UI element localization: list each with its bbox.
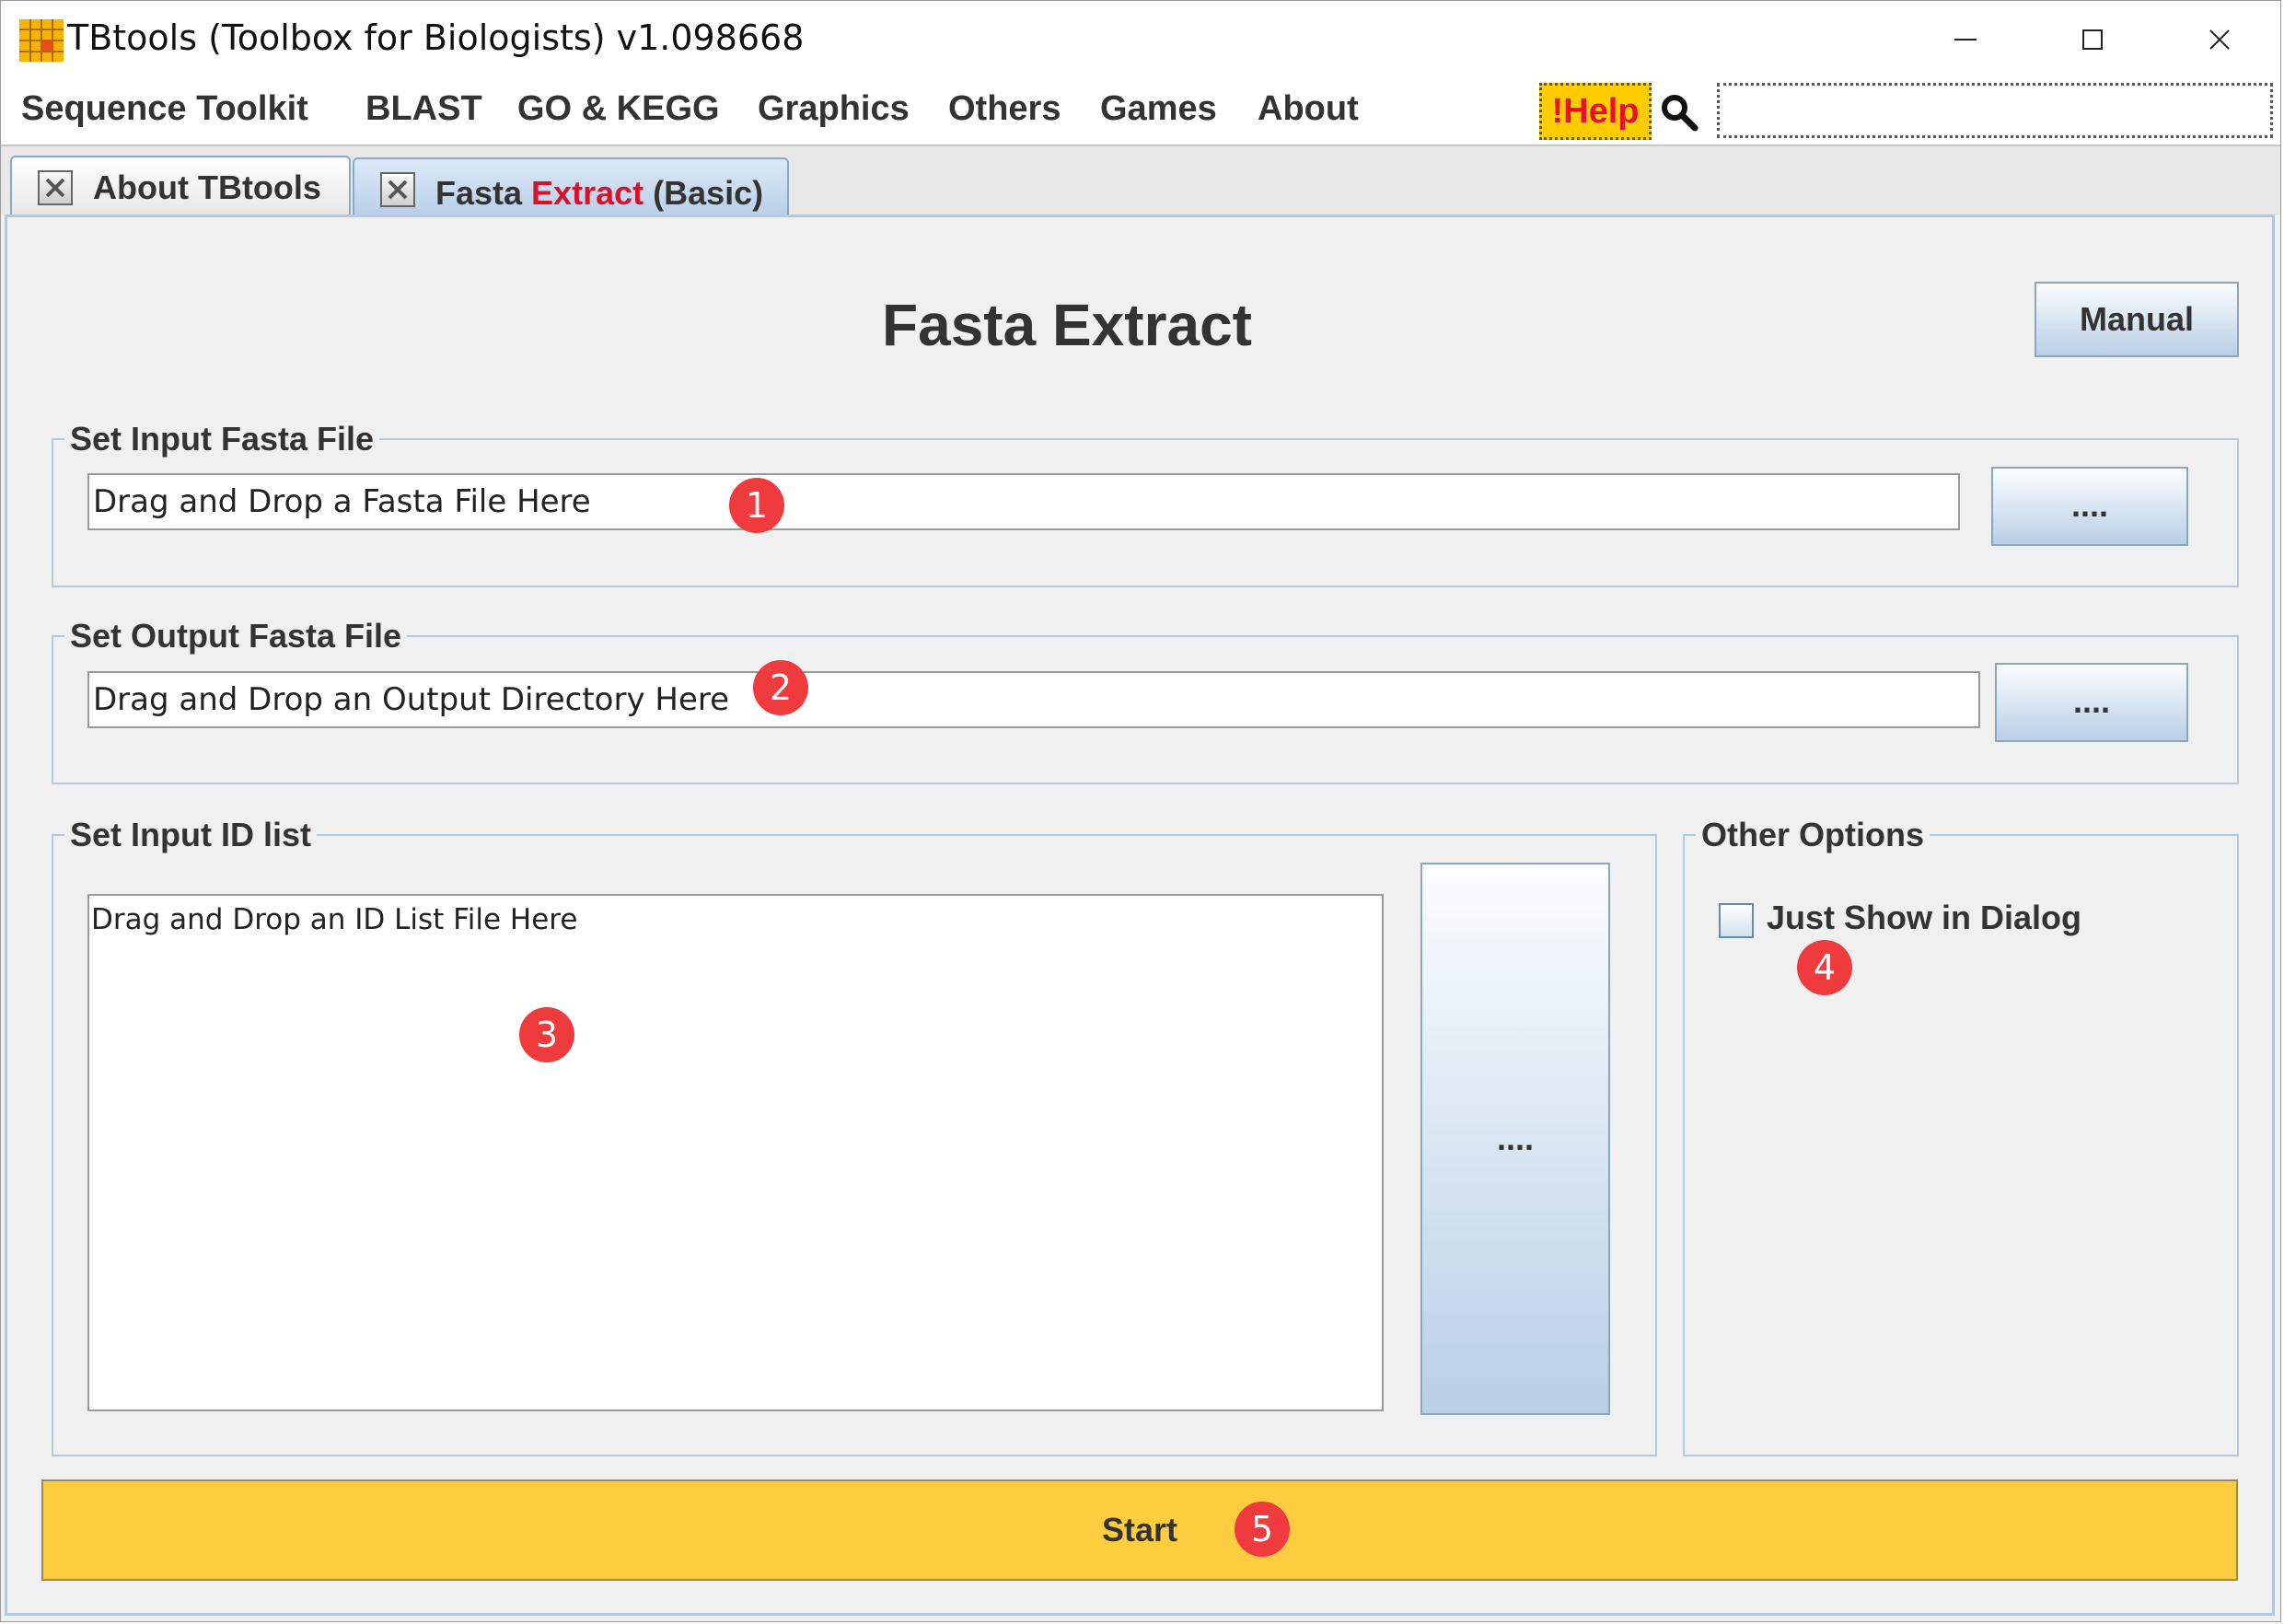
menu-games[interactable]: Games (1100, 89, 1217, 129)
tab-close-icon[interactable] (38, 170, 73, 205)
maximize-icon (2082, 29, 2103, 50)
menu-sequence-toolkit[interactable]: Sequence Toolkit (21, 89, 308, 129)
tab-about-tbtools[interactable]: About TBtools (10, 156, 351, 216)
start-button[interactable]: Start (41, 1479, 2238, 1581)
page-title: Fasta Extract (882, 292, 1252, 358)
tbtools-logo-icon (19, 19, 64, 62)
tab-fasta-suffix: (Basic) (643, 174, 764, 212)
search-input[interactable] (1717, 83, 2273, 138)
output-fasta-legend: Set Output Fasta File (64, 617, 408, 655)
tab-about-label: About TBtools (93, 168, 321, 206)
annotation-marker-4: 4 (1797, 940, 1852, 995)
title-bar: TBtools (Toolbox for Biologists) v1.0986… (1, 1, 2280, 78)
annotation-marker-5: 5 (1235, 1502, 1290, 1557)
tab-fasta-label: Fasta Extract (Basic) (435, 174, 763, 213)
input-fasta-field[interactable]: Drag and Drop a Fasta File Here (87, 473, 1960, 530)
other-options-legend: Other Options (1696, 816, 1930, 854)
close-icon (2209, 29, 2230, 50)
just-show-checkbox[interactable] (1719, 903, 1754, 938)
tab-fasta-highlight: Extract (531, 174, 644, 212)
menu-graphics[interactable]: Graphics (758, 89, 910, 129)
app-window: TBtools (Toolbox for Biologists) v1.0986… (0, 0, 2281, 1622)
minimize-button[interactable] (1932, 12, 1999, 67)
just-show-label[interactable]: Just Show in Dialog (1767, 899, 2081, 937)
minimize-icon (1954, 39, 1977, 41)
id-list-textarea[interactable]: Drag and Drop an ID List File Here (87, 894, 1384, 1411)
menu-about[interactable]: About (1258, 89, 1359, 129)
menu-others[interactable]: Others (948, 89, 1061, 129)
manual-button[interactable]: Manual (2035, 282, 2239, 357)
menu-bar: Sequence Toolkit BLAST GO & KEGG Graphic… (1, 78, 2280, 145)
menu-blast[interactable]: BLAST (365, 89, 482, 129)
input-fasta-browse-button[interactable]: .... (1991, 467, 2188, 546)
menu-go-kegg[interactable]: GO & KEGG (517, 89, 720, 129)
annotation-marker-3: 3 (519, 1007, 574, 1062)
annotation-marker-2: 2 (753, 660, 808, 715)
help-button[interactable]: !Help (1539, 83, 1652, 140)
output-fasta-browse-button[interactable]: .... (1995, 663, 2188, 742)
output-fasta-field[interactable]: Drag and Drop an Output Directory Here (87, 671, 1980, 728)
tab-strip: About TBtools Fasta Extract (Basic) (1, 145, 2280, 216)
maximize-button[interactable] (2059, 12, 2126, 67)
id-list-browse-button[interactable]: .... (1420, 863, 1610, 1415)
input-fasta-legend: Set Input Fasta File (64, 420, 380, 458)
tab-fasta-prefix: Fasta (435, 174, 532, 212)
close-window-button[interactable] (2186, 12, 2253, 67)
annotation-marker-1: 1 (729, 478, 784, 533)
id-list-legend: Set Input ID list (64, 816, 318, 854)
search-icon[interactable] (1660, 93, 1699, 132)
tab-fasta-extract[interactable]: Fasta Extract (Basic) (353, 157, 789, 216)
window-title: TBtools (Toolbox for Biologists) v1.0986… (67, 17, 805, 58)
tab-close-icon[interactable] (380, 172, 415, 207)
